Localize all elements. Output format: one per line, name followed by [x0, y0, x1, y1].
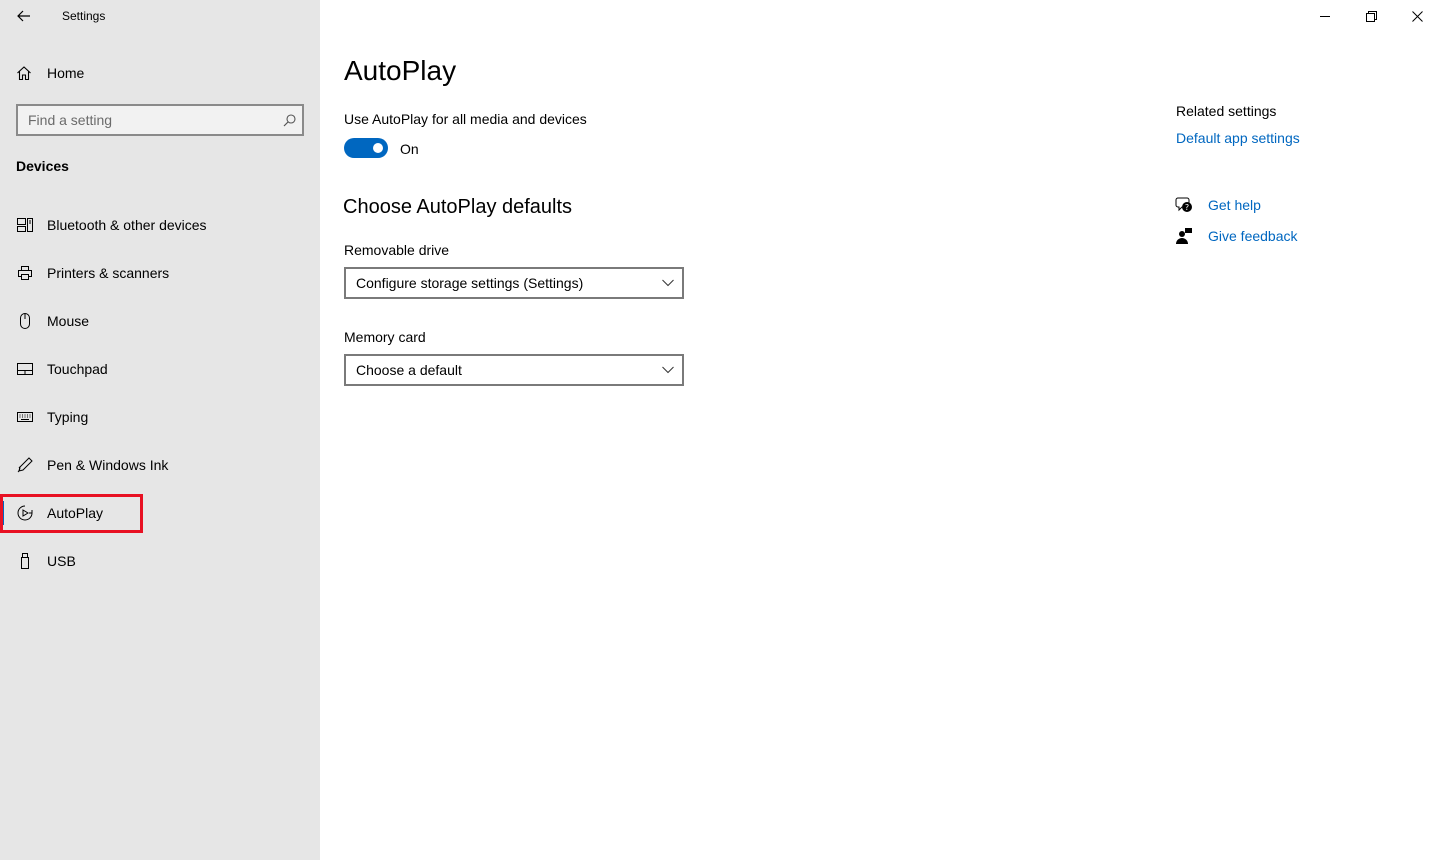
minimize-button[interactable] [1302, 0, 1348, 32]
memory-card-dropdown[interactable]: Choose a default [344, 354, 684, 386]
sidebar-item-printers[interactable]: Printers & scanners [0, 253, 320, 293]
app-title: Settings [62, 9, 106, 23]
sidebar-item-autoplay[interactable]: AutoPlay [0, 493, 320, 533]
get-help-icon: ? [1175, 196, 1193, 214]
sidebar-item-label: AutoPlay [47, 505, 104, 521]
restore-button[interactable] [1348, 0, 1394, 32]
sidebar-item-label: Printers & scanners [47, 265, 170, 281]
chevron-down-icon [662, 366, 674, 374]
search-box[interactable] [16, 104, 304, 136]
usb-icon [16, 553, 33, 570]
sidebar-item-label: USB [47, 553, 76, 569]
minimize-icon [1320, 16, 1330, 17]
sidebar-item-label: Typing [47, 409, 89, 425]
mouse-icon [16, 313, 33, 330]
main-content: AutoPlay Use AutoPlay for all media and … [320, 0, 1440, 860]
sidebar-item-typing[interactable]: Typing [0, 397, 320, 437]
bluetooth-devices-icon [16, 217, 33, 234]
give-feedback-link[interactable]: Give feedback [1208, 228, 1298, 244]
svg-text:?: ? [1185, 203, 1189, 212]
sidebar: Settings Home Devices Bluetooth & other … [0, 0, 320, 860]
back-button[interactable] [8, 0, 40, 32]
home-icon [17, 66, 31, 81]
autoplay-toggle[interactable] [344, 138, 388, 158]
sidebar-item-label: Pen & Windows Ink [47, 457, 169, 473]
back-arrow-icon [17, 10, 30, 22]
sidebar-item-usb[interactable]: USB [0, 541, 320, 581]
sidebar-item-mouse[interactable]: Mouse [0, 301, 320, 341]
default-app-settings-link[interactable]: Default app settings [1176, 130, 1300, 146]
search-input[interactable] [18, 112, 276, 128]
chevron-down-icon [662, 279, 674, 287]
close-button[interactable] [1394, 0, 1440, 32]
toggle-knob [373, 143, 383, 153]
removable-drive-label: Removable drive [344, 242, 450, 258]
sidebar-item-label: Touchpad [47, 361, 108, 377]
keyboard-icon [16, 409, 33, 426]
sidebar-item-touchpad[interactable]: Touchpad [0, 349, 320, 389]
removable-drive-dropdown[interactable]: Configure storage settings (Settings) [344, 267, 684, 299]
pen-icon [16, 457, 33, 474]
memory-card-label: Memory card [344, 329, 426, 345]
touchpad-icon [16, 361, 33, 378]
dropdown-value: Configure storage settings (Settings) [356, 275, 584, 291]
section-heading: Devices [16, 158, 69, 174]
sidebar-item-label: Bluetooth & other devices [47, 217, 207, 233]
sidebar-item-label: Home [47, 65, 85, 81]
printer-icon [16, 265, 33, 282]
search-icon[interactable] [276, 113, 302, 127]
sidebar-item-label: Mouse [47, 313, 90, 329]
autoplay-icon [16, 505, 33, 522]
get-help-link[interactable]: Get help [1208, 197, 1261, 213]
toggle-state-text: On [400, 141, 419, 157]
defaults-heading: Choose AutoPlay defaults [343, 196, 573, 218]
related-settings-title: Related settings [1176, 103, 1277, 119]
page-title: AutoPlay [344, 55, 457, 86]
dropdown-value: Choose a default [356, 362, 462, 378]
sidebar-item-bluetooth[interactable]: Bluetooth & other devices [0, 205, 320, 245]
restore-icon [1365, 10, 1377, 22]
sidebar-item-pen[interactable]: Pen & Windows Ink [0, 445, 320, 485]
close-icon [1411, 10, 1423, 22]
give-feedback-icon [1175, 227, 1193, 245]
autoplay-toggle-label: Use AutoPlay for all media and devices [344, 111, 587, 127]
sidebar-item-home[interactable]: Home [0, 56, 320, 90]
